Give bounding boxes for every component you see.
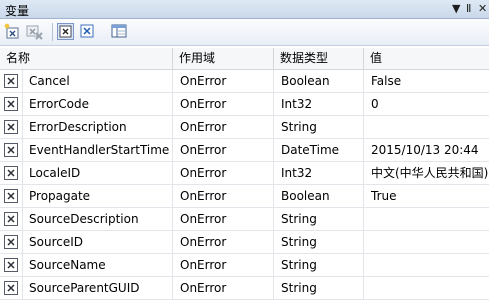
grid-header: 名称 作用域 数据类型 值	[0, 48, 489, 70]
user-variable-icon	[80, 24, 94, 38]
delete-variable-button[interactable]	[26, 23, 43, 40]
data-type-cell[interactable]: String	[274, 277, 364, 299]
value-cell[interactable]	[364, 254, 489, 276]
scope-cell[interactable]: OnError	[173, 208, 274, 230]
column-header-scope[interactable]: 作用域	[173, 48, 274, 69]
column-header-value[interactable]: 值	[364, 48, 489, 69]
table-row[interactable]: SourceDescription OnError String	[0, 208, 489, 231]
scope-cell[interactable]: OnError	[173, 116, 274, 138]
choose-columns-button[interactable]	[111, 23, 128, 40]
value-cell[interactable]: 中文(中华人民共和国)	[364, 162, 489, 184]
variable-icon	[4, 189, 18, 203]
value-cell[interactable]: True	[364, 185, 489, 207]
toolbar-separator	[52, 23, 53, 41]
row-icon-cell	[0, 254, 23, 276]
close-icon[interactable]: ✕	[478, 2, 487, 16]
variable-icon	[4, 120, 18, 134]
variable-icon	[4, 212, 18, 226]
table-row[interactable]: Cancel OnError Boolean False	[0, 70, 489, 93]
variables-grid: 名称 作用域 数据类型 值 Cancel OnError Boolean False E…	[0, 48, 489, 300]
scope-cell[interactable]: OnError	[173, 93, 274, 115]
row-icon-cell	[0, 116, 23, 138]
table-row[interactable]: SourceID OnError String	[0, 231, 489, 254]
variable-name-cell[interactable]: Cancel	[23, 70, 173, 92]
data-type-cell[interactable]: Int32	[274, 162, 364, 184]
row-icon-cell	[0, 70, 23, 92]
variable-name-cell[interactable]: LocaleID	[23, 162, 173, 184]
variable-name-cell[interactable]: SourceParentGUID	[23, 277, 173, 299]
scope-cell[interactable]: OnError	[173, 231, 274, 253]
variables-window: 变量 ▼ Ⅱ ✕ 名称 作用域 数据类型 值 Cancel OnError Bo…	[0, 0, 489, 301]
row-icon-cell	[0, 277, 23, 299]
pin-icon[interactable]: Ⅱ	[466, 2, 471, 16]
variable-name-cell[interactable]: SourceName	[23, 254, 173, 276]
value-cell[interactable]: 2015/10/13 20:44	[364, 139, 489, 161]
row-icon-cell	[0, 139, 23, 161]
title-bar: 变量 ▼ Ⅱ ✕	[0, 0, 489, 19]
variable-icon	[4, 258, 18, 272]
row-icon-cell	[0, 162, 23, 184]
row-icon-cell	[0, 93, 23, 115]
variable-icon	[4, 166, 18, 180]
window-title: 变量	[5, 4, 30, 18]
table-row[interactable]: Propagate OnError Boolean True	[0, 185, 489, 208]
system-variable-icon	[59, 25, 72, 38]
scope-cell[interactable]: OnError	[173, 185, 274, 207]
data-type-cell[interactable]: Boolean	[274, 70, 364, 92]
data-type-cell[interactable]: Int32	[274, 93, 364, 115]
value-cell[interactable]	[364, 231, 489, 253]
data-type-cell[interactable]: String	[274, 116, 364, 138]
row-icon-cell	[0, 185, 23, 207]
value-cell[interactable]: 0	[364, 93, 489, 115]
variable-icon	[4, 97, 18, 111]
data-type-cell[interactable]: String	[274, 254, 364, 276]
value-cell[interactable]	[364, 116, 489, 138]
table-row[interactable]: ErrorDescription OnError String	[0, 116, 489, 139]
column-header-data-type[interactable]: 数据类型	[274, 48, 364, 69]
variable-name-cell[interactable]: SourceID	[23, 231, 173, 253]
show-all-variables-button[interactable]	[79, 23, 96, 40]
toolbar	[0, 19, 489, 46]
variable-icon	[4, 74, 18, 88]
add-variable-button[interactable]	[4, 23, 21, 40]
scope-cell[interactable]: OnError	[173, 139, 274, 161]
columns-icon	[111, 24, 127, 38]
variable-name-cell[interactable]: SourceDescription	[23, 208, 173, 230]
scope-cell[interactable]: OnError	[173, 277, 274, 299]
data-type-cell[interactable]: String	[274, 208, 364, 230]
data-type-cell[interactable]: Boolean	[274, 185, 364, 207]
table-row[interactable]: ErrorCode OnError Int32 0	[0, 93, 489, 116]
column-header-name[interactable]: 名称	[0, 48, 173, 69]
variable-name-cell[interactable]: ErrorDescription	[23, 116, 173, 138]
delete-variable-icon	[26, 25, 43, 40]
variable-name-cell[interactable]: ErrorCode	[23, 93, 173, 115]
scope-cell[interactable]: OnError	[173, 254, 274, 276]
value-cell[interactable]	[364, 208, 489, 230]
value-cell[interactable]	[364, 277, 489, 299]
table-row[interactable]: EventHandlerStartTime OnError DateTime 2015…	[0, 139, 489, 162]
table-row[interactable]: SourceParentGUID OnError String	[0, 277, 489, 300]
dropdown-arrow-icon[interactable]: ▼	[452, 2, 460, 16]
variable-name-cell[interactable]: Propagate	[23, 185, 173, 207]
grid-body: Cancel OnError Boolean False ErrorCode OnErro…	[0, 70, 489, 300]
scope-cell[interactable]: OnError	[173, 70, 274, 92]
table-row[interactable]: SourceName OnError String	[0, 254, 489, 277]
row-icon-cell	[0, 208, 23, 230]
variable-icon	[4, 281, 18, 295]
show-system-variables-button[interactable]	[57, 23, 74, 40]
table-row[interactable]: LocaleID OnError Int32 中文(中华人民共和国)	[0, 162, 489, 185]
add-variable-icon	[4, 23, 19, 39]
variable-name-cell[interactable]: EventHandlerStartTime	[23, 139, 173, 161]
scope-cell[interactable]: OnError	[173, 162, 274, 184]
variable-icon	[4, 235, 18, 249]
value-cell[interactable]: False	[364, 70, 489, 92]
data-type-cell[interactable]: String	[274, 231, 364, 253]
variable-icon	[4, 143, 18, 157]
data-type-cell[interactable]: DateTime	[274, 139, 364, 161]
row-icon-cell	[0, 231, 23, 253]
